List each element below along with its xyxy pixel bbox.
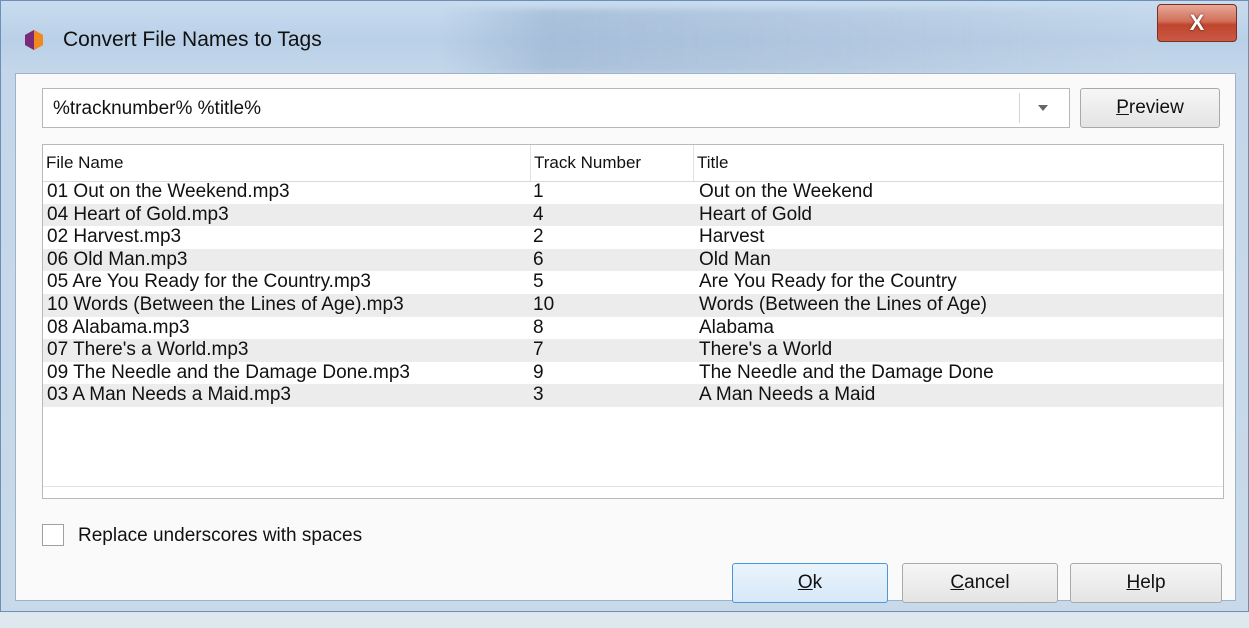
close-button[interactable]: X	[1157, 4, 1237, 42]
table-row[interactable]: 04 Heart of Gold.mp3 4 Heart of Gold	[43, 203, 1223, 227]
track-number-cell: 7	[533, 339, 544, 361]
track-number-cell: 1	[533, 181, 544, 202]
track-number-cell: 3	[533, 384, 544, 406]
table-row[interactable]: 10 Words (Between the Lines of Age).mp3 1…	[43, 293, 1223, 317]
help-accel: H	[1126, 572, 1141, 593]
ok-accel: O	[797, 572, 813, 593]
track-number-cell: 10	[533, 293, 555, 315]
close-icon: X	[1189, 10, 1205, 35]
cancel-label: ancel	[964, 572, 1010, 593]
format-input[interactable]: %tracknumber% %title%	[53, 98, 261, 120]
title-cell: Heart of Gold	[699, 203, 812, 225]
file-name-cell: 04 Heart of Gold.mp3	[47, 203, 229, 225]
help-label: elp	[1140, 572, 1166, 593]
format-combobox[interactable]: %tracknumber% %title%	[42, 88, 1070, 128]
file-name-cell: 02 Harvest.mp3	[47, 226, 182, 248]
table-row[interactable]: 06 Old Man.mp3 6 Old Man	[43, 248, 1223, 272]
dialog-window: Convert File Names to Tags X %tracknumbe…	[0, 0, 1249, 612]
table-row[interactable]: 07 There's a World.mp3 7 There's a World	[43, 339, 1223, 362]
file-name-cell: 05 Are You Ready for the Country.mp3	[47, 271, 371, 293]
title-bar[interactable]: Convert File Names to Tags X	[1, 1, 1248, 73]
title-cell: Harvest	[699, 226, 765, 248]
title-bar-background	[441, 9, 1161, 73]
replace-underscores-label[interactable]: Replace underscores with spaces	[78, 525, 362, 547]
replace-underscores-checkbox[interactable]	[42, 524, 64, 546]
table-row[interactable]: 03 A Man Needs a Maid.mp3 3 A Man Needs a …	[43, 384, 1223, 407]
table-row[interactable]: 01 Out on the Weekend.mp3 1 Out on the Wee…	[43, 181, 1223, 204]
title-cell: The Needle and the Damage Done	[699, 361, 994, 383]
title-cell: There's a World	[699, 339, 833, 361]
combo-divider	[1019, 93, 1020, 123]
track-number-cell: 8	[533, 316, 544, 338]
app-logo-icon	[25, 30, 43, 50]
preview-label: review	[1128, 97, 1184, 118]
track-number-cell: 2	[533, 226, 544, 248]
table-body: 01 Out on the Weekend.mp3 1 Out on the Wee…	[43, 181, 1223, 407]
chevron-down-icon[interactable]	[1033, 98, 1053, 118]
track-number-cell: 5	[533, 271, 544, 293]
title-cell: Words (Between the Lines of Age)	[699, 293, 987, 315]
file-name-cell: 10 Words (Between the Lines of Age).mp3	[47, 293, 404, 315]
cancel-button[interactable]: Cancel	[902, 563, 1058, 603]
ok-label: k	[812, 572, 823, 593]
ok-button[interactable]: Ok	[732, 563, 888, 603]
file-name-cell: 06 Old Man.mp3	[47, 248, 188, 270]
preview-accel: P	[1116, 97, 1129, 118]
table-row[interactable]: 05 Are You Ready for the Country.mp3 5 Are…	[43, 271, 1223, 294]
preview-table[interactable]: File Name Track Number Title 01 Out on t…	[42, 144, 1224, 499]
table-divider	[43, 486, 1223, 487]
help-button[interactable]: Help	[1070, 563, 1222, 603]
track-number-cell: 4	[533, 203, 544, 225]
title-cell: Old Man	[699, 248, 771, 270]
window-title: Convert File Names to Tags	[63, 28, 322, 51]
table-row[interactable]: 08 Alabama.mp3 8 Alabama	[43, 317, 1223, 340]
table-row[interactable]: 02 Harvest.mp3 2 Harvest	[43, 226, 1223, 249]
title-cell: Out on the Weekend	[699, 181, 873, 202]
table-row[interactable]: 09 The Needle and the Damage Done.mp3 9 Th…	[43, 362, 1223, 385]
cancel-accel: C	[950, 572, 965, 593]
track-number-cell: 6	[533, 248, 544, 270]
table-header: File Name Track Number Title	[43, 145, 1223, 182]
preview-button[interactable]: Preview	[1080, 88, 1220, 128]
dialog-content: %tracknumber% %title% Preview File Name …	[15, 73, 1236, 603]
file-name-cell: 08 Alabama.mp3	[47, 316, 190, 338]
file-name-cell: 03 A Man Needs a Maid.mp3	[47, 384, 291, 406]
title-cell: Alabama	[699, 316, 774, 338]
column-header-title[interactable]: Title	[693, 145, 1223, 181]
file-name-cell: 09 The Needle and the Damage Done.mp3	[47, 361, 411, 383]
column-header-file-name[interactable]: File Name	[43, 145, 530, 181]
file-name-cell: 01 Out on the Weekend.mp3	[47, 181, 290, 202]
track-number-cell: 9	[533, 361, 544, 383]
file-name-cell: 07 There's a World.mp3	[47, 339, 249, 361]
column-header-track-number[interactable]: Track Number	[530, 145, 693, 181]
title-cell: A Man Needs a Maid	[699, 384, 876, 406]
title-cell: Are You Ready for the Country	[699, 271, 957, 293]
